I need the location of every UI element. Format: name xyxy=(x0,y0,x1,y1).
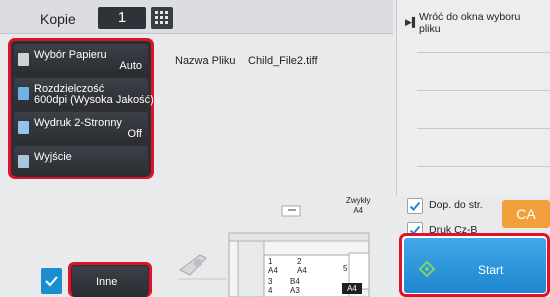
checkmark-icon xyxy=(45,276,58,287)
paper-select-button[interactable]: Wybór Papieru Auto xyxy=(14,44,148,75)
file-name-value: Child_File2.tiff xyxy=(248,55,318,67)
tray-5-number: 5 xyxy=(343,264,348,273)
others-label: Inne xyxy=(96,276,118,288)
back-arrow-icon: ▶▌ xyxy=(405,17,419,27)
resolution-value: 600dpi (Wysoka Jakość) xyxy=(34,94,154,106)
start-label: Start xyxy=(478,263,504,277)
start-icon xyxy=(419,261,435,277)
file-name-label: Nazwa Pliku xyxy=(175,55,236,67)
tray-2-number: 2 xyxy=(297,257,302,266)
tray-5-size: A4 xyxy=(342,283,362,294)
paper-select-label: Wybór Papieru xyxy=(34,49,107,61)
keypad-icon xyxy=(155,11,168,24)
resolution-button[interactable]: Rozdzielczość 600dpi (Wysoka Jakość) xyxy=(14,78,154,109)
tray-3-number: 3 xyxy=(268,277,273,286)
copies-count-field[interactable]: 1 xyxy=(98,7,146,29)
ca-button[interactable]: CA xyxy=(502,200,550,228)
paper-select-value: Auto xyxy=(119,60,142,72)
output-label: Wyjście xyxy=(34,151,72,163)
fit-to-page-label: Dop. do str. xyxy=(429,199,483,211)
tray-3-size: B4 xyxy=(290,277,300,286)
output-icon xyxy=(18,155,29,168)
copies-label: Kopie xyxy=(40,11,76,27)
duplex-value: Off xyxy=(127,128,142,140)
paper-type: Zwykły xyxy=(346,196,371,205)
checkmark-icon xyxy=(409,201,421,211)
back-to-file-select-label: Wróć do okna wyboru pliku xyxy=(419,11,521,35)
tray-1-size: A4 xyxy=(268,266,278,275)
inne-checkbox[interactable] xyxy=(41,268,62,294)
right-panel-divider xyxy=(417,52,550,53)
tray-4-number: 4 xyxy=(268,286,273,295)
tray-4-size: A3 xyxy=(290,286,300,295)
right-panel-divider xyxy=(417,128,550,129)
duplex-icon xyxy=(18,121,29,134)
duplex-label: Wydruk 2-Stronny xyxy=(34,117,122,129)
tray-2-size: A4 xyxy=(297,266,307,275)
tray-1-number: 1 xyxy=(268,257,273,266)
output-button[interactable]: Wyjście xyxy=(14,146,148,177)
duplex-button[interactable]: Wydruk 2-Stronny Off xyxy=(14,112,148,143)
right-panel-divider xyxy=(417,90,550,91)
copy-screen: Kopie 1 Wybór Papieru Auto Rozdzielczość… xyxy=(0,0,550,297)
paper-icon xyxy=(18,53,29,66)
paper-size: A4 xyxy=(353,206,364,215)
resolution-icon xyxy=(18,87,29,100)
function-panel: Wybór Papieru Auto Rozdzielczość 600dpi … xyxy=(8,38,154,179)
paper-type-indicator: Zwykły A4 xyxy=(346,196,370,216)
fit-to-page-checkbox[interactable] xyxy=(407,198,423,214)
output-tray-icon xyxy=(179,254,207,276)
keypad-button[interactable] xyxy=(151,7,173,29)
right-panel-divider xyxy=(417,166,550,167)
